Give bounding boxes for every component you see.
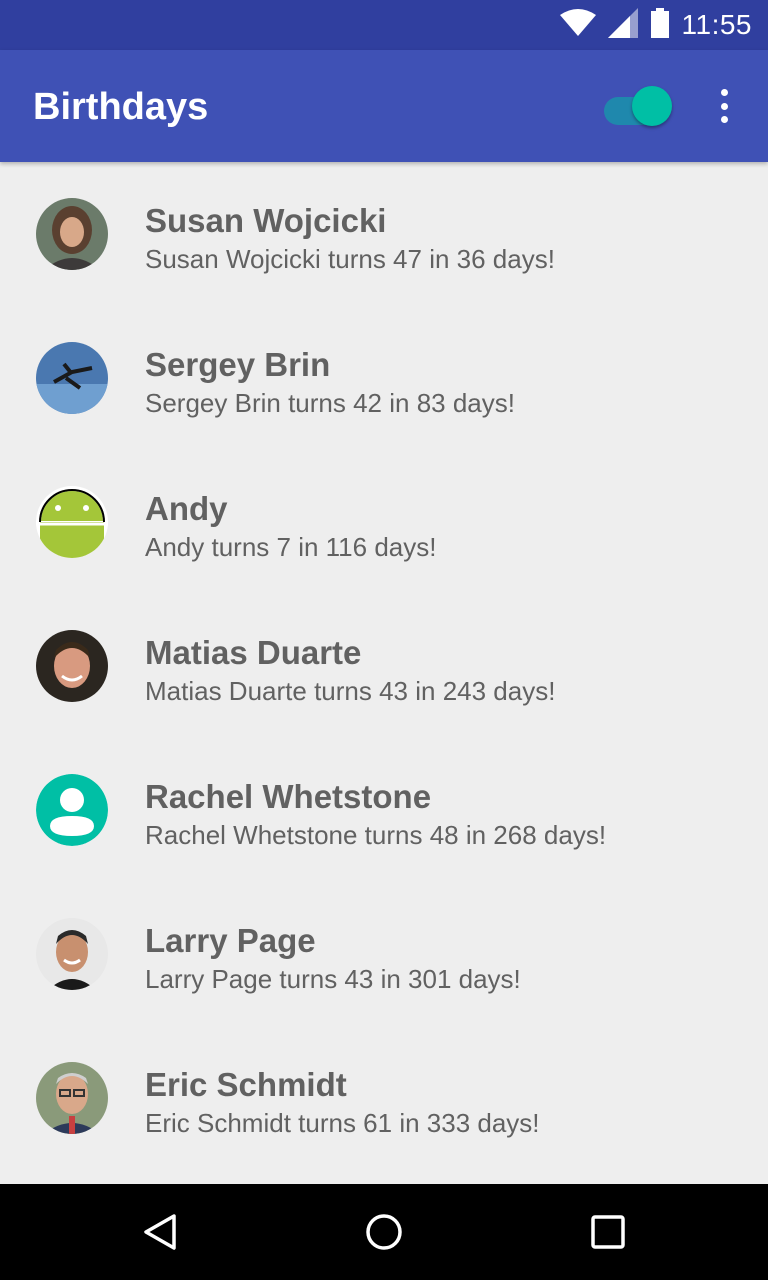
list-item[interactable]: Andy Andy turns 7 in 116 days! [0, 450, 768, 594]
avatar [36, 342, 108, 414]
contact-name: Susan Wojcicki [145, 202, 387, 239]
avatar [36, 198, 108, 270]
contact-name: Matias Duarte [145, 634, 362, 671]
android-icon [36, 486, 108, 558]
contact-subtitle: Eric Schmidt turns 61 in 333 days! [145, 1108, 540, 1138]
list-item[interactable]: Eric Schmidt Eric Schmidt turns 61 in 33… [0, 1026, 768, 1170]
toggle-thumb [632, 86, 672, 126]
list-item[interactable]: Matias Duarte Matias Duarte turns 43 in … [0, 594, 768, 738]
default-person-icon [36, 774, 108, 846]
toggle-switch[interactable] [602, 86, 672, 126]
list-item[interactable]: Susan Wojcicki Susan Wojcicki turns 47 i… [0, 162, 768, 306]
status-bar: 11:55 [0, 0, 768, 50]
home-icon[interactable] [364, 1212, 404, 1252]
battery-icon [650, 7, 670, 43]
contact-subtitle: Rachel Whetstone turns 48 in 268 days! [145, 820, 607, 850]
birthday-list: Susan Wojcicki Susan Wojcicki turns 47 i… [0, 162, 768, 1184]
status-time: 11:55 [681, 9, 752, 40]
contact-name: Sergey Brin [145, 346, 331, 383]
contact-subtitle: Matias Duarte turns 43 in 243 days! [145, 676, 556, 706]
navigation-bar [0, 1184, 768, 1280]
contact-name: Rachel Whetstone [145, 778, 432, 815]
contact-name: Larry Page [145, 922, 316, 959]
avatar [36, 630, 108, 702]
menu-dot [720, 89, 728, 96]
menu-dot [720, 116, 728, 123]
recents-icon[interactable] [588, 1212, 628, 1252]
back-icon[interactable] [140, 1212, 180, 1252]
more-vert-icon[interactable] [706, 86, 742, 126]
app-bar: Birthdays [0, 50, 768, 162]
contact-name: Eric Schmidt [145, 1066, 347, 1103]
contact-name: Andy [145, 490, 228, 527]
list-item[interactable]: Rachel Whetstone Rachel Whetstone turns … [0, 738, 768, 882]
list-item[interactable]: Sergey Brin Sergey Brin turns 42 in 83 d… [0, 306, 768, 450]
cell-signal-icon [607, 7, 638, 43]
contact-subtitle: Susan Wojcicki turns 47 in 36 days! [145, 244, 555, 274]
contact-subtitle: Sergey Brin turns 42 in 83 days! [145, 388, 515, 418]
menu-dot [720, 102, 728, 110]
contact-subtitle: Andy turns 7 in 116 days! [145, 532, 437, 562]
contact-subtitle: Larry Page turns 43 in 301 days! [145, 964, 521, 994]
list-item[interactable]: Larry Page Larry Page turns 43 in 301 da… [0, 882, 768, 1026]
wifi-icon [559, 8, 596, 42]
avatar [36, 918, 108, 990]
page-title: Birthdays [33, 86, 209, 128]
avatar [36, 1062, 108, 1134]
status-icons: 11:55 [559, 0, 753, 50]
